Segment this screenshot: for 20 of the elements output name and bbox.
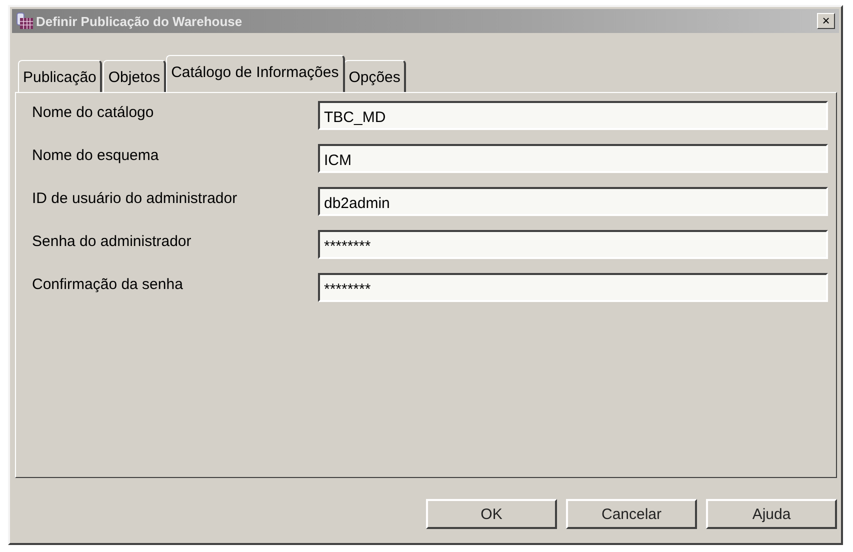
tab[interactable]: Objetos	[103, 60, 166, 92]
window-title: Definir Publicação do Warehouse	[36, 14, 244, 28]
field-label: Senha do administrador	[32, 232, 192, 250]
input-field[interactable]: TBC_MD	[318, 101, 828, 130]
field-label: Confirmação da senha	[32, 275, 184, 293]
field-label: Nome do esquema	[32, 146, 160, 164]
tab[interactable]: Publicação	[18, 60, 102, 92]
input-field[interactable]: ICM	[318, 144, 828, 173]
dialog-button[interactable]: Ajuda	[706, 499, 837, 529]
tab[interactable]: Catálogo de Informações	[166, 55, 345, 92]
input-field[interactable]: ********	[318, 273, 828, 302]
dialog-button[interactable]: Cancelar	[566, 499, 697, 529]
dialog-button[interactable]: OK	[426, 499, 557, 529]
close-button[interactable]: ×	[817, 13, 835, 29]
input-field[interactable]: ********	[318, 230, 828, 259]
tab[interactable]: Opções	[344, 60, 406, 92]
calendar-icon	[16, 12, 34, 30]
field-label: Nome do catálogo	[32, 103, 155, 121]
input-field[interactable]: db2admin	[318, 187, 828, 216]
field-label: ID de usuário do administrador	[32, 189, 238, 207]
